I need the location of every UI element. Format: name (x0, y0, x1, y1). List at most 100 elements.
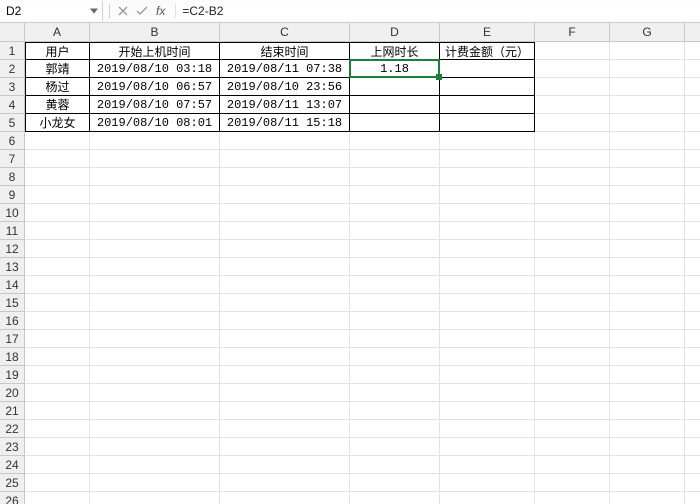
cell[interactable] (535, 42, 610, 60)
cell[interactable] (685, 42, 700, 60)
cell[interactable] (610, 474, 685, 492)
cell[interactable] (535, 186, 610, 204)
cell[interactable] (220, 474, 350, 492)
cell[interactable] (685, 96, 700, 114)
cell[interactable] (25, 240, 90, 258)
cell[interactable] (90, 330, 220, 348)
cell[interactable] (610, 240, 685, 258)
cell[interactable] (90, 168, 220, 186)
cell[interactable] (90, 186, 220, 204)
cell[interactable] (220, 168, 350, 186)
cell[interactable] (535, 258, 610, 276)
cell[interactable] (535, 474, 610, 492)
cell[interactable] (90, 240, 220, 258)
cell[interactable] (350, 114, 440, 132)
column-header[interactable]: E (440, 23, 535, 42)
cell[interactable] (535, 132, 610, 150)
cell[interactable] (610, 168, 685, 186)
row-header[interactable]: 23 (0, 438, 25, 456)
cell[interactable] (350, 204, 440, 222)
row-header[interactable]: 14 (0, 276, 25, 294)
cell[interactable] (25, 384, 90, 402)
cell[interactable]: 2019/08/11 07:38 (220, 60, 350, 78)
cell[interactable] (350, 348, 440, 366)
confirm-icon[interactable] (136, 6, 148, 16)
cell[interactable] (25, 330, 90, 348)
cell[interactable] (685, 276, 700, 294)
cell[interactable] (685, 294, 700, 312)
cell[interactable] (685, 78, 700, 96)
cell[interactable] (610, 384, 685, 402)
cell[interactable] (610, 402, 685, 420)
cell[interactable] (220, 402, 350, 420)
cell[interactable] (220, 438, 350, 456)
row-header[interactable]: 18 (0, 348, 25, 366)
cell[interactable] (685, 150, 700, 168)
cell[interactable] (350, 420, 440, 438)
cell[interactable] (610, 258, 685, 276)
cell[interactable]: 小龙女 (25, 114, 90, 132)
cell[interactable] (610, 420, 685, 438)
cell[interactable] (535, 384, 610, 402)
cell[interactable] (535, 366, 610, 384)
cell[interactable] (25, 276, 90, 294)
cell[interactable] (90, 294, 220, 312)
cell[interactable] (220, 384, 350, 402)
cell[interactable] (90, 132, 220, 150)
cell[interactable] (440, 114, 535, 132)
fx-icon[interactable]: fx (156, 4, 165, 18)
cell[interactable] (350, 492, 440, 504)
cell[interactable] (220, 348, 350, 366)
cell[interactable] (90, 276, 220, 294)
cell[interactable] (90, 258, 220, 276)
fill-handle[interactable] (436, 74, 442, 80)
cell[interactable]: 1.18 (350, 60, 440, 78)
cell[interactable] (610, 366, 685, 384)
row-header[interactable]: 4 (0, 96, 25, 114)
cell[interactable] (25, 222, 90, 240)
column-header[interactable]: C (220, 23, 350, 42)
cell[interactable] (440, 258, 535, 276)
cell[interactable] (440, 366, 535, 384)
cell[interactable] (535, 348, 610, 366)
cell[interactable] (25, 186, 90, 204)
row-header[interactable]: 1 (0, 42, 25, 60)
cell[interactable] (535, 222, 610, 240)
cell[interactable] (535, 150, 610, 168)
cell[interactable] (25, 492, 90, 504)
cell[interactable] (685, 438, 700, 456)
column-header[interactable]: B (90, 23, 220, 42)
cell[interactable] (90, 402, 220, 420)
cell[interactable] (440, 330, 535, 348)
cell[interactable] (610, 114, 685, 132)
cell[interactable] (220, 258, 350, 276)
row-header[interactable]: 15 (0, 294, 25, 312)
cell[interactable] (440, 204, 535, 222)
cell[interactable] (350, 258, 440, 276)
chevron-down-icon[interactable] (90, 9, 98, 14)
column-header[interactable]: G (610, 23, 685, 42)
cell[interactable] (90, 366, 220, 384)
cell[interactable] (610, 60, 685, 78)
cell[interactable] (440, 492, 535, 504)
formula-input[interactable]: =C2-B2 (176, 1, 700, 21)
cell[interactable] (25, 474, 90, 492)
row-header[interactable]: 19 (0, 366, 25, 384)
cell[interactable] (685, 492, 700, 504)
cell[interactable] (440, 312, 535, 330)
cell[interactable] (440, 402, 535, 420)
cell[interactable] (220, 222, 350, 240)
cell[interactable] (440, 240, 535, 258)
column-header[interactable] (685, 23, 700, 42)
cell[interactable] (610, 492, 685, 504)
row-header[interactable]: 3 (0, 78, 25, 96)
cell[interactable] (535, 276, 610, 294)
row-header[interactable]: 24 (0, 456, 25, 474)
cell[interactable] (685, 168, 700, 186)
cell[interactable] (685, 114, 700, 132)
cell[interactable] (350, 78, 440, 96)
cell[interactable]: 2019/08/11 15:18 (220, 114, 350, 132)
cell[interactable] (220, 420, 350, 438)
cell[interactable]: 用户 (25, 42, 90, 60)
cell[interactable] (350, 474, 440, 492)
